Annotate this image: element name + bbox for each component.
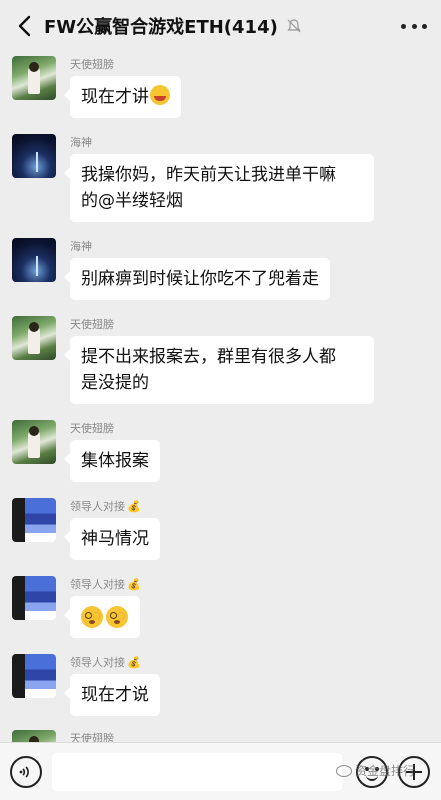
sender-name-group: 领导人对接 💰 [70, 576, 141, 592]
message-text-line: 我操你妈，昨天前天让我进单干嘛 [81, 165, 336, 185]
sender-name: 领导人对接 [70, 500, 125, 513]
message-text: 现在才讲 [81, 87, 149, 107]
message-bubble[interactable]: 现在才讲 [64, 76, 181, 118]
avatar[interactable] [12, 134, 56, 178]
bell-off-icon [287, 19, 301, 33]
money-bag-icon: 💰 [127, 500, 141, 513]
message-bubble[interactable]: 集体报案 [64, 440, 160, 482]
avatar[interactable] [12, 498, 56, 542]
message-bubble[interactable]: 神马情况 [64, 518, 160, 560]
sender-name: 天使翅膀 [70, 58, 114, 71]
message-bubble[interactable]: 提不出来报案去，群里有很多人都 是没提的 [64, 336, 374, 404]
sender-name: 天使翅膀 [70, 318, 114, 331]
sender-name: 海神 [70, 240, 92, 253]
message-input[interactable] [52, 753, 342, 791]
message-bubble[interactable]: 现在才说 [64, 674, 160, 716]
more-dots-icon [401, 23, 406, 29]
message-bubble[interactable] [64, 596, 140, 638]
money-bag-icon: 💰 [127, 578, 141, 591]
avatar[interactable] [12, 316, 56, 360]
dizzy-face-icon [106, 606, 128, 628]
voice-input-button[interactable] [10, 756, 42, 788]
wechat-icon [336, 764, 352, 777]
more-options-button[interactable] [401, 14, 427, 38]
watermark: 资金盘排行 [336, 762, 415, 779]
voice-icon [19, 766, 29, 778]
avatar[interactable] [12, 730, 56, 742]
message-text-line: 提不出来报案去，群里有很多人都 [81, 347, 336, 367]
message-text: 神马情况 [81, 529, 149, 549]
sender-name: 领导人对接 [70, 578, 125, 591]
chat-title-group: FW公赢智合游戏ETH(414) [44, 10, 302, 42]
avatar[interactable] [12, 420, 56, 464]
message-bubble[interactable]: 别麻痹到时候让你吃不了兜着走 [64, 258, 330, 300]
avatar[interactable] [12, 238, 56, 282]
money-bag-icon: 💰 [127, 656, 141, 669]
dizzy-face-icon [81, 606, 103, 628]
message-text: 别麻痹到时候让你吃不了兜着走 [81, 269, 319, 289]
watermark-text: 资金盘排行 [355, 764, 416, 778]
message-text: 集体报案 [81, 451, 149, 471]
back-button[interactable] [10, 12, 38, 40]
sender-name: 天使翅膀 [70, 732, 114, 742]
sender-name-group: 领导人对接 💰 [70, 654, 141, 670]
sender-name: 天使翅膀 [70, 422, 114, 435]
message-list[interactable]: 天使翅膀 现在才讲 海神 我操你妈，昨天前天让我进单干嘛 的@半缕轻烟 海神 别… [0, 52, 441, 742]
avatar[interactable] [12, 576, 56, 620]
sender-name: 领导人对接 [70, 656, 125, 669]
avatar[interactable] [12, 654, 56, 698]
sender-name: 海神 [70, 136, 92, 149]
sender-name-group: 领导人对接 💰 [70, 498, 141, 514]
grinning-sweat-face-icon [150, 85, 170, 105]
chevron-left-icon [18, 15, 31, 37]
avatar[interactable] [12, 56, 56, 100]
chat-title: FW公赢智合游戏ETH(414) [44, 17, 278, 38]
message-text-line: 是没提的 [81, 373, 149, 393]
message-bubble[interactable]: 我操你妈，昨天前天让我进单干嘛 的@半缕轻烟 [64, 154, 374, 222]
message-text-line: 的@半缕轻烟 [81, 191, 183, 211]
message-text: 现在才说 [81, 685, 149, 705]
chat-header: FW公赢智合游戏ETH(414) [0, 0, 441, 52]
